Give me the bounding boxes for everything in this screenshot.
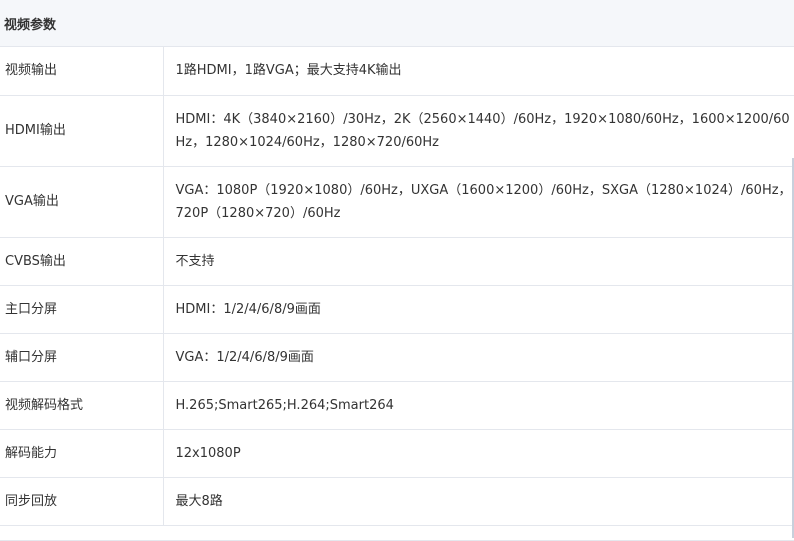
table-row: 辅口分屏 VGA：1/2/4/6/8/9画面 — [0, 333, 794, 382]
table-bottom-edge — [0, 526, 794, 541]
spec-table: 视频输出 1路HDMI，1路VGA；最大支持4K输出 HDMI输出 HDMI：4… — [0, 47, 794, 526]
row-value: HDMI：4K（3840×2160）/30Hz，2K（2560×1440）/60… — [163, 95, 794, 167]
table-row: 视频输出 1路HDMI，1路VGA；最大支持4K输出 — [0, 47, 794, 96]
table-row: 视频解码格式 H.265;Smart265;H.264;Smart264 — [0, 381, 794, 430]
row-value: H.265;Smart265;H.264;Smart264 — [163, 381, 794, 430]
row-value: VGA：1/2/4/6/8/9画面 — [163, 333, 794, 382]
row-label: CVBS输出 — [0, 237, 164, 286]
row-value: 1路HDMI，1路VGA；最大支持4K输出 — [163, 47, 794, 96]
table-row: 解码能力 12x1080P — [0, 429, 794, 478]
row-value: 不支持 — [163, 237, 794, 286]
table-row: VGA输出 VGA：1080P（1920×1080）/60Hz，UXGA（160… — [0, 166, 794, 238]
row-value: 最大8路 — [163, 477, 794, 526]
row-value: 12x1080P — [163, 429, 794, 478]
row-label: 视频输出 — [0, 47, 164, 96]
row-label: 同步回放 — [0, 477, 164, 526]
row-label: VGA输出 — [0, 166, 164, 238]
row-label: 解码能力 — [0, 429, 164, 478]
row-value: VGA：1080P（1920×1080）/60Hz，UXGA（1600×1200… — [163, 166, 794, 238]
row-label: 视频解码格式 — [0, 381, 164, 430]
row-label: 辅口分屏 — [0, 333, 164, 382]
row-label: 主口分屏 — [0, 285, 164, 334]
section-title: 视频参数 — [0, 0, 794, 47]
row-value: HDMI：1/2/4/6/8/9画面 — [163, 285, 794, 334]
table-row: 同步回放 最大8路 — [0, 477, 794, 526]
table-row: CVBS输出 不支持 — [0, 237, 794, 286]
table-row: HDMI输出 HDMI：4K（3840×2160）/30Hz，2K（2560×1… — [0, 95, 794, 167]
table-row: 主口分屏 HDMI：1/2/4/6/8/9画面 — [0, 285, 794, 334]
row-label: HDMI输出 — [0, 95, 164, 167]
